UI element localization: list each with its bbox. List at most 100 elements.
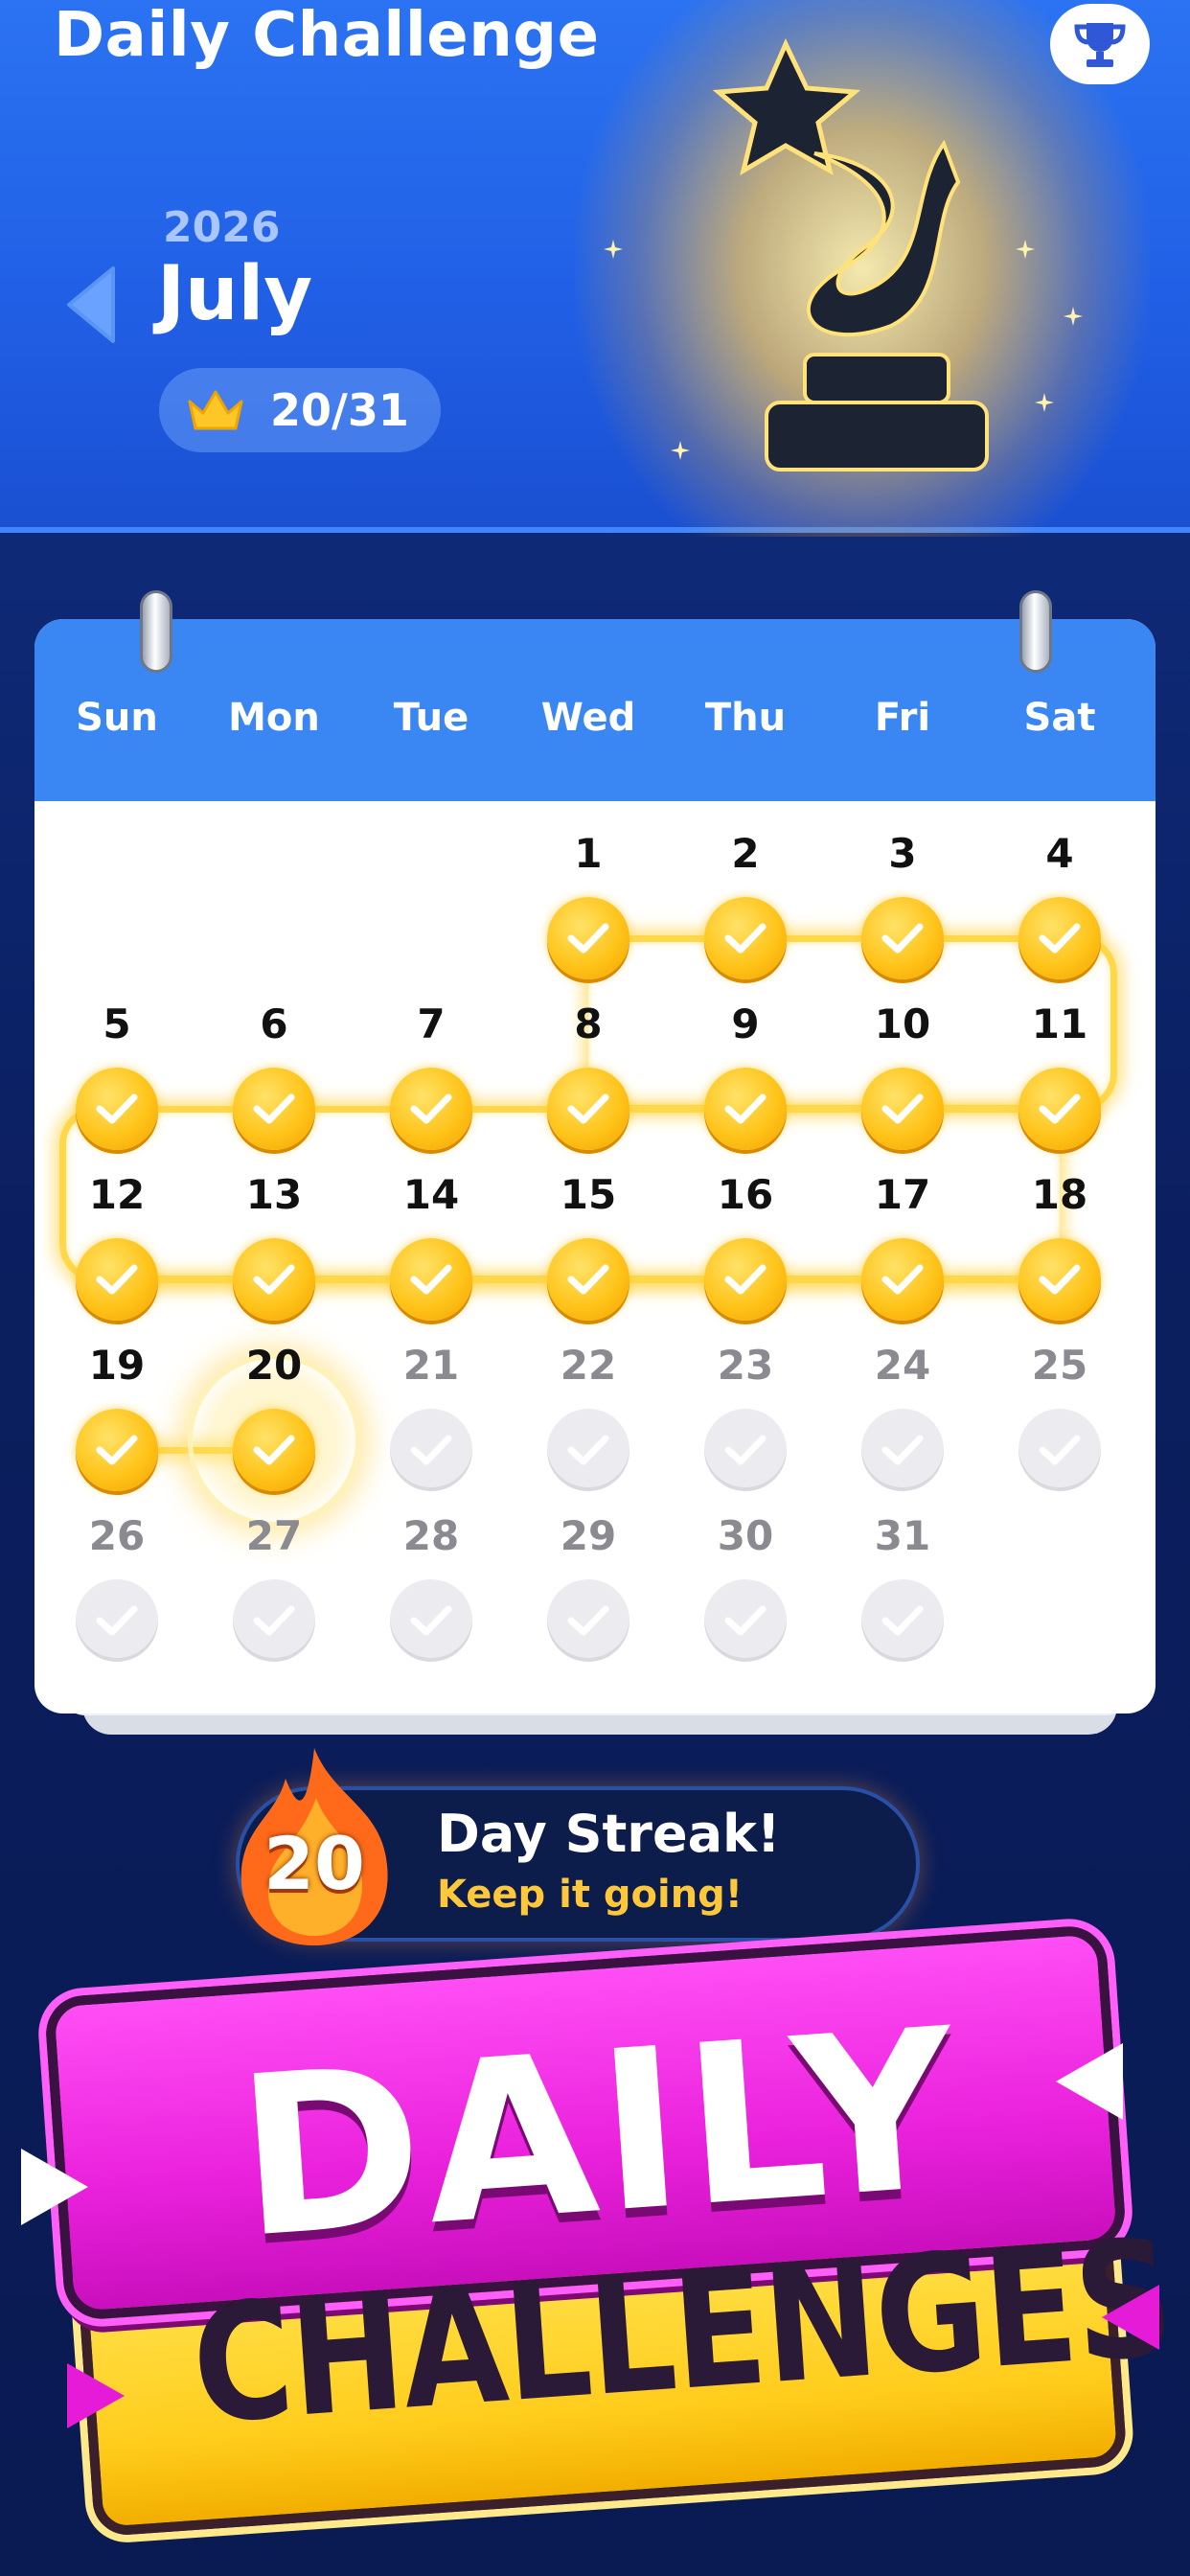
checkmark-icon xyxy=(410,1435,452,1465)
checkmark-icon xyxy=(724,1264,767,1295)
day-completed-badge[interactable] xyxy=(233,1238,315,1321)
weekday-label: Mon xyxy=(228,696,320,740)
day-locked-badge[interactable] xyxy=(76,1579,158,1662)
leaderboard-button[interactable] xyxy=(1050,4,1150,84)
star-trophy-image xyxy=(712,37,989,472)
day-number: 23 xyxy=(717,1342,774,1389)
day-locked-badge[interactable] xyxy=(390,1409,472,1491)
day-locked-badge[interactable] xyxy=(1018,1409,1101,1491)
sparkle-icon xyxy=(1016,240,1035,259)
checkmark-icon xyxy=(1039,1435,1081,1465)
calendar: Sun Mon Tue Wed Thu Fri Sat 1 2 3 4 5 6 7 8 9 10 11 12 13 1… xyxy=(34,619,1156,1714)
day-number: 19 xyxy=(88,1342,146,1389)
weekday-label: Thu xyxy=(704,696,787,740)
banner-left-pink-arrow-icon xyxy=(67,2363,125,2428)
checkmark-icon xyxy=(567,923,609,954)
checkmark-icon xyxy=(96,1605,138,1636)
day-number: 3 xyxy=(888,830,917,877)
day-completed-badge[interactable] xyxy=(76,1409,158,1491)
weekday-label: Sun xyxy=(76,696,158,740)
page-title: Daily Challenge xyxy=(54,0,600,71)
day-locked-badge[interactable] xyxy=(861,1579,944,1662)
checkmark-icon xyxy=(881,923,924,954)
day-completed-badge[interactable] xyxy=(390,1068,472,1150)
weekday-label: Fri xyxy=(874,696,931,740)
sparkle-icon xyxy=(1064,307,1083,326)
day-number: 4 xyxy=(1045,830,1074,877)
day-completed-badge[interactable] xyxy=(704,1068,787,1150)
banner-right-pink-arrow-icon xyxy=(1102,2285,1159,2350)
progress-count: 20/31 xyxy=(270,384,409,436)
checkmark-icon xyxy=(1039,923,1081,954)
banner-left-arrow-icon xyxy=(21,2149,88,2225)
day-completed-badge[interactable] xyxy=(861,1238,944,1321)
calendar-ring-right xyxy=(1019,590,1052,673)
streak-subtitle: Keep it going! xyxy=(437,1873,744,1917)
day-number: 16 xyxy=(717,1171,774,1218)
day-number: 6 xyxy=(260,1000,288,1047)
checkmark-icon xyxy=(567,1264,609,1295)
day-number: 31 xyxy=(874,1512,931,1559)
day-number: 1 xyxy=(574,830,603,877)
day-locked-badge[interactable] xyxy=(704,1579,787,1662)
day-completed-badge[interactable] xyxy=(861,1068,944,1150)
day-locked-badge[interactable] xyxy=(390,1579,472,1662)
day-number: 11 xyxy=(1031,1000,1088,1047)
day-number: 14 xyxy=(402,1171,460,1218)
day-number: 13 xyxy=(245,1171,303,1218)
checkmark-icon xyxy=(567,1435,609,1465)
checkmark-icon xyxy=(724,1435,767,1465)
streak-count: 20 xyxy=(263,1821,365,1906)
day-completed-badge[interactable] xyxy=(547,1238,629,1321)
day-locked-badge[interactable] xyxy=(547,1409,629,1491)
day-number: 24 xyxy=(874,1342,931,1389)
day-number: 27 xyxy=(245,1512,303,1559)
day-number: 21 xyxy=(402,1342,460,1389)
day-completed-badge[interactable] xyxy=(861,897,944,979)
weekday-label: Tue xyxy=(393,696,469,740)
checkmark-icon xyxy=(253,1605,295,1636)
progress-badge: 20/31 xyxy=(159,368,441,452)
checkmark-icon xyxy=(881,1605,924,1636)
day-number: 17 xyxy=(874,1171,931,1218)
checkmark-icon xyxy=(96,1264,138,1295)
day-number: 26 xyxy=(88,1512,146,1559)
weekday-label: Sat xyxy=(1023,696,1096,740)
day-number: 29 xyxy=(560,1512,617,1559)
checkmark-icon xyxy=(567,1093,609,1124)
daily-challenge-screen: Daily Challenge 2026 July 20/31 Sun Mon Tu… xyxy=(0,0,1190,2576)
day-locked-badge[interactable] xyxy=(233,1579,315,1662)
streak-title: Day Streak! xyxy=(437,1804,781,1864)
day-number: 8 xyxy=(574,1000,603,1047)
day-completed-badge[interactable] xyxy=(704,897,787,979)
day-completed-badge[interactable] xyxy=(76,1068,158,1150)
day-completed-badge[interactable] xyxy=(1018,1068,1101,1150)
day-completed-badge[interactable] xyxy=(704,1238,787,1321)
day-completed-badge[interactable] xyxy=(76,1238,158,1321)
day-locked-badge[interactable] xyxy=(861,1409,944,1491)
day-number: 20 xyxy=(245,1342,303,1389)
header: Daily Challenge 2026 July 20/31 xyxy=(0,0,1190,537)
crown-icon xyxy=(188,390,243,430)
year-label: 2026 xyxy=(163,203,281,252)
day-number: 7 xyxy=(417,1000,446,1047)
day-locked-badge[interactable] xyxy=(704,1409,787,1491)
checkmark-icon xyxy=(881,1093,924,1124)
weekday-label: Wed xyxy=(540,696,636,740)
day-number: 28 xyxy=(402,1512,460,1559)
day-number: 2 xyxy=(731,830,760,877)
day-number: 22 xyxy=(560,1342,617,1389)
day-completed-badge[interactable] xyxy=(547,1068,629,1150)
day-locked-badge[interactable] xyxy=(547,1579,629,1662)
chevron-left-icon[interactable] xyxy=(63,264,119,345)
sparkle-icon xyxy=(1035,393,1054,412)
day-number: 12 xyxy=(88,1171,146,1218)
day-completed-badge[interactable] xyxy=(233,1068,315,1150)
month-label: July xyxy=(157,251,313,337)
day-completed-badge[interactable] xyxy=(1018,1238,1101,1321)
checkmark-icon xyxy=(1039,1093,1081,1124)
day-completed-badge[interactable] xyxy=(233,1409,315,1491)
day-completed-badge[interactable] xyxy=(1018,897,1101,979)
day-completed-badge[interactable] xyxy=(547,897,629,979)
day-completed-badge[interactable] xyxy=(390,1238,472,1321)
